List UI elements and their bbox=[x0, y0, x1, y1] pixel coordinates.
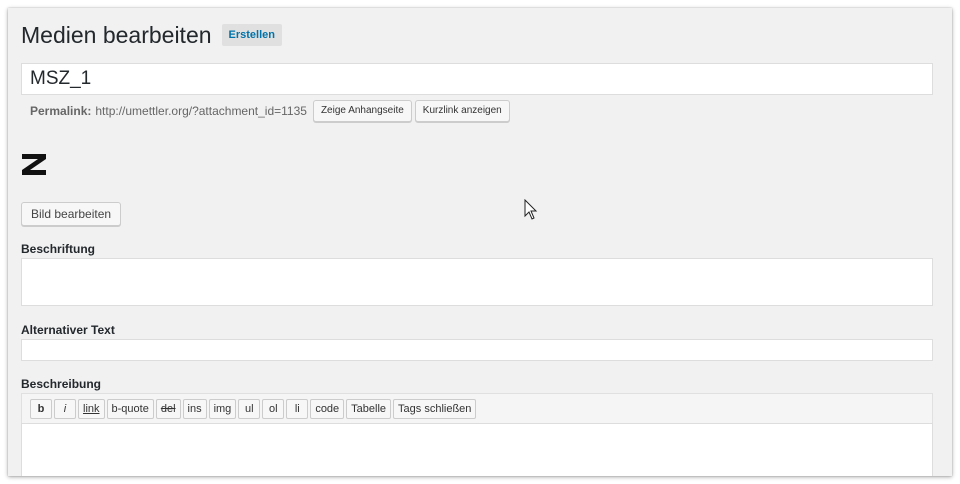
mouse-pointer-icon bbox=[524, 199, 538, 220]
get-shortlink-button[interactable]: Kurzlink anzeigen bbox=[414, 100, 510, 122]
qt-ol-button[interactable]: ol bbox=[262, 398, 285, 419]
alt-text-label: Alternativer Text bbox=[21, 323, 115, 337]
qt-bold-button[interactable]: b bbox=[30, 398, 52, 419]
qt-table-button[interactable]: Tabelle bbox=[346, 398, 392, 419]
qt-link-button[interactable]: link bbox=[78, 398, 105, 419]
permalink-row: Permalink: http://umettler.org/?attachme… bbox=[30, 100, 510, 122]
caption-label: Beschriftung bbox=[21, 242, 96, 256]
qt-li-button[interactable]: li bbox=[286, 398, 309, 419]
page-header: Medien bearbeiten Erstellen bbox=[21, 22, 282, 48]
description-label: Beschreibung bbox=[21, 377, 102, 391]
qt-img-button[interactable]: img bbox=[208, 398, 237, 419]
qt-ins-button[interactable]: ins bbox=[182, 398, 207, 419]
view-attachment-page-button[interactable]: Zeige Anhangseite bbox=[312, 100, 412, 122]
qt-del-button[interactable]: del bbox=[155, 398, 181, 419]
edit-media-panel: Medien bearbeiten Erstellen Permalink: h… bbox=[8, 8, 952, 476]
permalink-url[interactable]: http://umettler.org/?attachment_id=1135 bbox=[95, 104, 307, 118]
alt-text-input[interactable] bbox=[21, 339, 933, 361]
add-new-button[interactable]: Erstellen bbox=[221, 24, 282, 46]
permalink-label: Permalink: bbox=[30, 104, 92, 118]
qt-code-button[interactable]: code bbox=[310, 398, 345, 419]
page-title: Medien bearbeiten bbox=[21, 22, 212, 48]
description-editor[interactable] bbox=[21, 423, 933, 476]
quicktags-toolbar: b i link b-quote del ins img ul ol li co… bbox=[21, 393, 933, 423]
qt-close-tags-button[interactable]: Tags schließen bbox=[393, 398, 477, 419]
qt-blockquote-button[interactable]: b-quote bbox=[106, 398, 154, 419]
qt-ul-button[interactable]: ul bbox=[238, 398, 261, 419]
edit-image-button[interactable]: Bild bearbeiten bbox=[21, 202, 122, 226]
image-thumbnail bbox=[22, 154, 46, 175]
caption-textarea[interactable] bbox=[21, 258, 933, 306]
qt-italic-button[interactable]: i bbox=[54, 398, 76, 419]
title-input[interactable] bbox=[21, 63, 933, 95]
